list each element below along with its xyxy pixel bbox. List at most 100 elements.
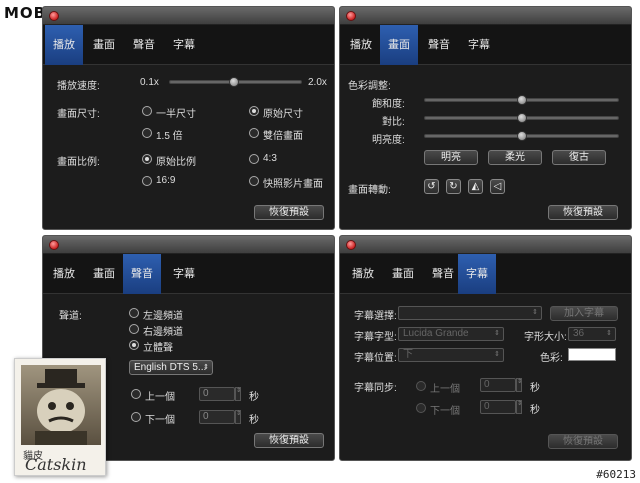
channel-left-radio[interactable]: [129, 308, 139, 318]
chevron-updown-icon: ⇕: [494, 351, 500, 358]
contrast-slider-knob[interactable]: [517, 113, 527, 123]
rotate-left-icon[interactable]: ↺: [424, 179, 439, 194]
restore-defaults-button[interactable]: 恢復預設: [254, 433, 324, 448]
subtitle-select[interactable]: ⇕: [398, 306, 542, 320]
ratio-label: 畫面比例:: [57, 157, 100, 168]
saturation-slider-knob[interactable]: [517, 95, 527, 105]
flip-horizontal-icon[interactable]: ◭: [468, 179, 483, 194]
tab-bar: 播放 畫面 聲音 字幕: [43, 25, 334, 65]
video-panel: 播放 畫面 聲音 字幕 色彩調整: 飽和度: 對比: 明亮度: 明亮 柔光 復古…: [339, 6, 632, 230]
subtitle-font-select[interactable]: Lucida Grande ⇕: [398, 327, 504, 341]
subtitle-next-radio[interactable]: [416, 403, 426, 413]
restore-defaults-button[interactable]: 恢復預設: [548, 205, 618, 220]
subtitle-next-stepper[interactable]: ⇕: [516, 400, 522, 414]
audio-prev-input[interactable]: 0: [199, 387, 235, 401]
speed-slider[interactable]: [169, 77, 302, 87]
subtitle-position-select[interactable]: 下 ⇕: [398, 348, 504, 362]
tab-subtitle[interactable]: 字幕: [458, 254, 496, 294]
saturation-slider[interactable]: [424, 95, 619, 105]
ratio-original-radio[interactable]: [142, 154, 152, 164]
tab-audio[interactable]: 聲音: [420, 25, 458, 65]
subtitle-prev-radio[interactable]: [416, 381, 426, 391]
preset-vintage-button[interactable]: 復古: [552, 150, 606, 165]
brightness-slider[interactable]: [424, 131, 619, 141]
rotate-label: 畫面轉動:: [348, 185, 391, 196]
watermark: #60213: [596, 468, 636, 481]
size-original-radio[interactable]: [249, 106, 259, 116]
restore-defaults-button[interactable]: 恢復預設: [548, 434, 618, 449]
subtitle-size-select[interactable]: 36 ⇕: [568, 327, 616, 341]
channel-stereo-label: 立體聲: [143, 343, 173, 354]
contrast-slider[interactable]: [424, 113, 619, 123]
subtitle-color-well[interactable]: [568, 348, 616, 361]
size-double-label: 雙倍畫面: [263, 131, 303, 142]
close-button[interactable]: [346, 240, 356, 250]
restore-defaults-button[interactable]: 恢復預設: [254, 205, 324, 220]
tab-playback[interactable]: 播放: [45, 254, 83, 294]
ratio-4-3-label: 4:3: [263, 153, 277, 164]
chevron-updown-icon: ⇕: [606, 330, 612, 337]
channel-right-radio[interactable]: [129, 324, 139, 334]
subtitle-color-label: 色彩:: [540, 353, 563, 364]
tab-video[interactable]: 畫面: [380, 25, 418, 65]
ratio-snapshot-radio[interactable]: [249, 176, 259, 186]
preset-bright-button[interactable]: 明亮: [424, 150, 478, 165]
subtitle-font-value: Lucida Grande: [403, 328, 469, 339]
playback-panel: 播放 畫面 聲音 字幕 播放速度: 0.1x 2.0x 畫面尺寸: 一半尺寸 原…: [42, 6, 335, 230]
audio-next-radio[interactable]: [131, 412, 141, 422]
ratio-16-9-radio[interactable]: [142, 176, 152, 186]
size-half-radio[interactable]: [142, 106, 152, 116]
tab-playback[interactable]: 播放: [342, 25, 380, 65]
ratio-snapshot-label: 快照影片畫面: [263, 179, 323, 190]
audio-track-select[interactable]: English DTS 5... ⇕: [129, 360, 213, 375]
brightness-slider-knob[interactable]: [517, 131, 527, 141]
tab-playback[interactable]: 播放: [344, 254, 382, 294]
tab-audio[interactable]: 聲音: [123, 254, 161, 294]
subtitle-prev-input[interactable]: 0: [480, 378, 516, 392]
tab-subtitle[interactable]: 字幕: [165, 25, 203, 65]
channel-right-label: 右邊頻道: [143, 327, 183, 338]
subtitle-prev-stepper[interactable]: ⇕: [516, 378, 522, 392]
color-adjust-label: 色彩調整:: [348, 81, 391, 92]
subtitle-next-input[interactable]: 0: [480, 400, 516, 414]
audio-next-input[interactable]: 0: [199, 410, 235, 424]
close-button[interactable]: [49, 11, 59, 21]
audio-prev-stepper[interactable]: ⇕: [235, 387, 241, 401]
close-button[interactable]: [49, 240, 59, 250]
ratio-4-3-radio[interactable]: [249, 154, 259, 164]
close-button[interactable]: [346, 11, 356, 21]
size-1-5x-label: 1.5 倍: [156, 131, 183, 142]
preset-soft-button[interactable]: 柔光: [488, 150, 542, 165]
audio-prev-radio[interactable]: [131, 389, 141, 399]
subtitle-position-label: 字幕位置:: [354, 353, 397, 364]
ratio-16-9-label: 16:9: [156, 175, 176, 186]
catskin-badge: 貓皮 Catskin: [14, 358, 106, 476]
ratio-original-label: 原始比例: [156, 157, 196, 168]
tab-video[interactable]: 畫面: [384, 254, 422, 294]
chevron-updown-icon: ⇕: [494, 330, 500, 337]
audio-next-stepper[interactable]: ⇕: [235, 410, 241, 424]
tab-video[interactable]: 畫面: [85, 254, 123, 294]
subtitle-prev-label: 上一個: [430, 384, 460, 395]
subtitle-sync-label: 字幕同步:: [354, 383, 397, 394]
channel-stereo-radio[interactable]: [129, 340, 139, 350]
tab-bar: 播放 畫面 聲音 字幕: [340, 254, 631, 294]
speed-slider-knob[interactable]: [229, 77, 239, 87]
tab-audio[interactable]: 聲音: [424, 254, 462, 294]
subtitle-font-label: 字幕字型:: [354, 332, 397, 343]
tab-playback[interactable]: 播放: [45, 25, 83, 65]
tab-audio[interactable]: 聲音: [125, 25, 163, 65]
chevron-updown-icon: ⇕: [203, 364, 209, 371]
tab-subtitle[interactable]: 字幕: [460, 25, 498, 65]
size-1-5x-radio[interactable]: [142, 128, 152, 138]
subtitle-size-value: 36: [573, 328, 585, 339]
size-double-radio[interactable]: [249, 128, 259, 138]
subtitle-next-label: 下一個: [430, 406, 460, 417]
tab-video[interactable]: 畫面: [85, 25, 123, 65]
size-half-label: 一半尺寸: [156, 109, 196, 120]
speed-max-label: 2.0x: [308, 77, 327, 88]
add-subtitle-button[interactable]: 加入字幕: [550, 306, 618, 321]
rotate-right-icon[interactable]: ↻: [446, 179, 461, 194]
tab-subtitle[interactable]: 字幕: [165, 254, 203, 294]
flip-vertical-icon[interactable]: ◁: [490, 179, 505, 194]
